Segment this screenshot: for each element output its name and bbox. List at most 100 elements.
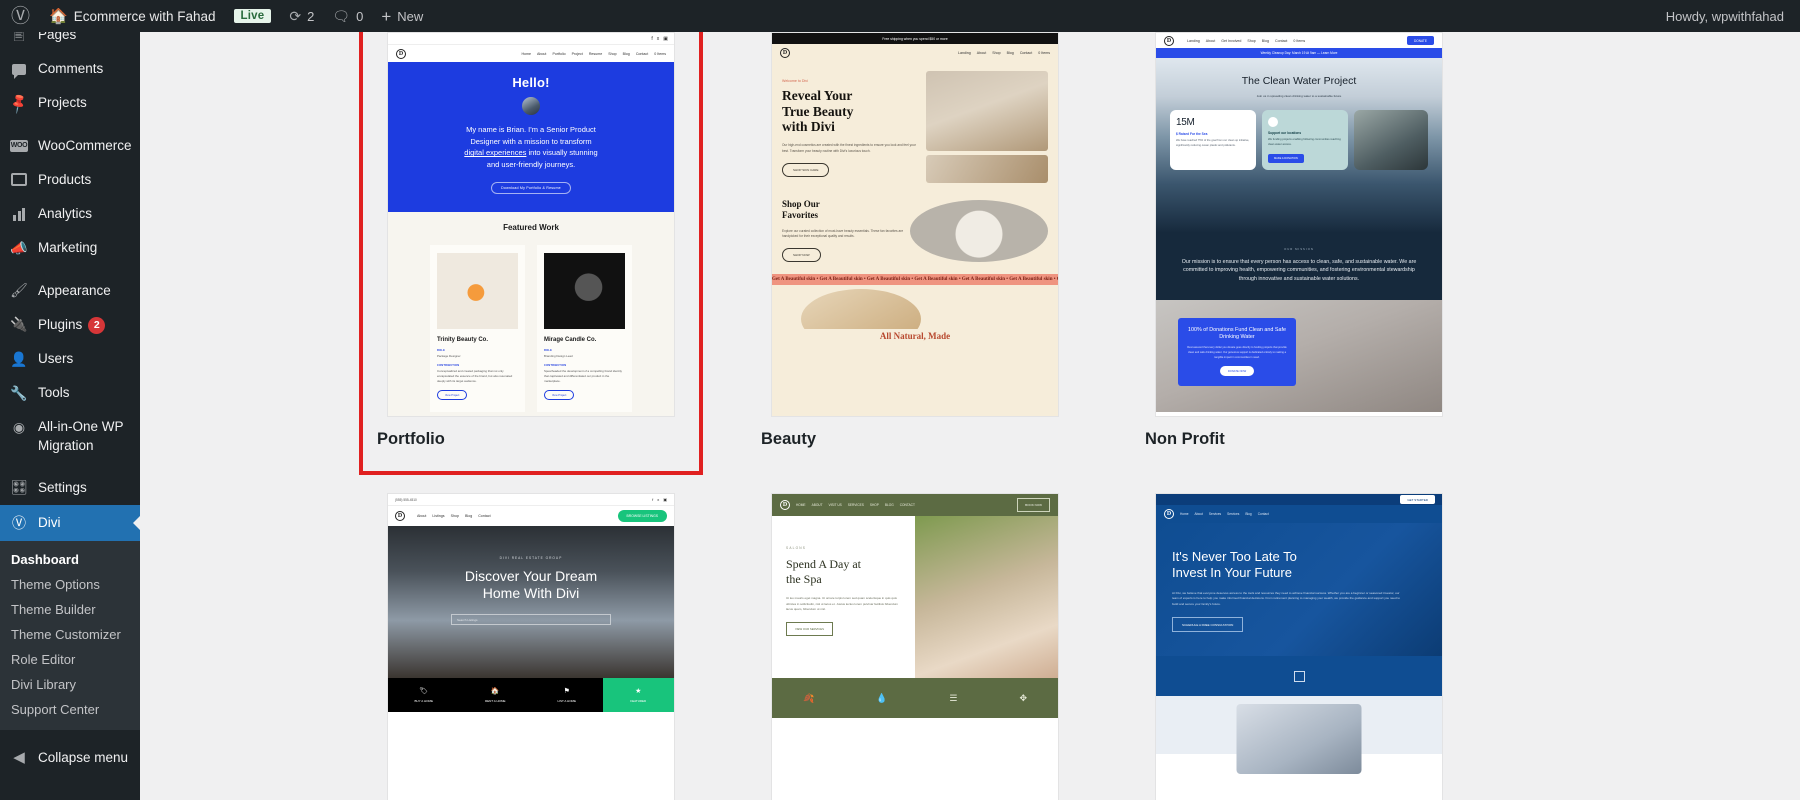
- work-role: Package Designer: [437, 353, 461, 358]
- nav-link: Blog: [1261, 38, 1269, 43]
- template-card-spa[interactable]: D HOME ABOUT VISIT US SERVICES SHOP BLOG…: [747, 493, 1083, 800]
- template-preview-portfolio[interactable]: f x ▣ D Home About Portfolio Project Res…: [387, 32, 675, 417]
- work-role-label: ROLE: [544, 348, 553, 352]
- account-menu[interactable]: Howdy, wpwithfahad: [1666, 0, 1800, 32]
- sidebar-item-all-in-one-wp-migration[interactable]: ◉ All-in-One WP Migration: [0, 410, 140, 462]
- analytics-icon: [9, 205, 29, 223]
- tile-featured[interactable]: ★ FEATURED: [602, 678, 674, 712]
- expand-icon: ✥: [1019, 692, 1027, 703]
- new-content-menu[interactable]: + New: [372, 0, 432, 32]
- sidebar-item-label: Tools: [38, 385, 70, 401]
- megaphone-icon: 📣: [10, 239, 28, 256]
- hero-button[interactable]: VIEW OUR SERVICES: [786, 622, 834, 637]
- book-now-button[interactable]: BOOK NOW: [1017, 498, 1050, 512]
- template-preview-spa[interactable]: D HOME ABOUT VISIT US SERVICES SHOP BLOG…: [771, 493, 1059, 800]
- hero-heading-line: with Divi: [782, 119, 835, 135]
- template-card-finance[interactable]: GET STARTED D Home About Services Servic…: [1131, 493, 1467, 800]
- mission-kicker: OUR MISSION: [1284, 247, 1314, 251]
- sidebar-item-users[interactable]: 👤 Users: [0, 342, 140, 376]
- sidebar-item-plugins[interactable]: 🔌 Plugins 2: [0, 308, 140, 342]
- submenu-item-theme-builder[interactable]: Theme Builder: [0, 597, 140, 622]
- get-started-button[interactable]: GET STARTED: [1400, 495, 1435, 504]
- support-text: We funding projects enabling following c…: [1268, 138, 1341, 146]
- comments-icon: [9, 60, 29, 79]
- sidebar-item-marketing[interactable]: 📣 Marketing: [0, 231, 140, 265]
- work-image: [544, 252, 625, 329]
- hero-button[interactable]: Download My Portfolio & Resume: [491, 181, 571, 194]
- sidebar-item-settings[interactable]: 🎛 Settings: [0, 471, 140, 505]
- sidebar-item-analytics[interactable]: Analytics: [0, 197, 140, 231]
- submenu-item-theme-options[interactable]: Theme Options: [0, 572, 140, 597]
- site-title: Ecommerce with Fahad: [73, 8, 216, 24]
- work-contribution: Conceptualized and created packaging tha…: [437, 369, 513, 384]
- sidebar-item-comments[interactable]: Comments: [0, 52, 140, 86]
- collapse-menu-button[interactable]: ◀ Collapse menu: [0, 738, 140, 776]
- tile-label: FEATURED: [630, 699, 647, 703]
- tile-rent-a-home[interactable]: 🏠 RENT A HOME: [459, 678, 531, 712]
- sidebar-item-label: Marketing: [38, 240, 98, 256]
- work-button[interactable]: View Project: [544, 390, 575, 401]
- hero-kicker: Welcome to Divi: [782, 79, 808, 83]
- hero-photo: [1354, 110, 1428, 171]
- hero-button[interactable]: SCHEDULE A FREE CONSULTATION: [1172, 617, 1244, 633]
- submenu-item-dashboard[interactable]: Dashboard: [0, 547, 140, 572]
- submenu-item-support-center[interactable]: Support Center: [0, 697, 140, 722]
- template-card-portfolio[interactable]: f x ▣ D Home About Portfolio Project Res…: [359, 32, 703, 475]
- template-card-beauty[interactable]: Free shipping when you spend $50 or more…: [747, 32, 1083, 471]
- section-button[interactable]: SHOP NOW: [782, 248, 821, 263]
- sign-icon: ⚑: [563, 688, 570, 695]
- sidebar-item-woocommerce[interactable]: WOO WooCommerce: [0, 129, 140, 163]
- sidebar-item-projects[interactable]: 📌 Projects: [0, 86, 140, 120]
- droplet-icon: 💧: [876, 692, 888, 703]
- work-button[interactable]: View Project: [437, 390, 468, 401]
- sidebar-item-products[interactable]: Products: [0, 163, 140, 197]
- updates-menu[interactable]: ⟳ 2: [280, 0, 323, 32]
- nav-link: Services: [1208, 512, 1222, 516]
- users-icon: 👤: [10, 350, 28, 367]
- support-label: Support our locations: [1268, 131, 1302, 136]
- sidebar-item-pages[interactable]: 🖹 Pages: [0, 32, 140, 52]
- nav-link: Landing: [1187, 38, 1200, 43]
- sidebar-item-appearance[interactable]: 🖌 Appearance: [0, 274, 140, 308]
- sidebar-item-label: All-in-One WP Migration: [38, 419, 124, 453]
- sidebar-item-label: Divi: [38, 515, 61, 531]
- browse-listings-button[interactable]: BROWSE LISTINGS: [617, 510, 667, 522]
- search-input[interactable]: Search Listings: [451, 614, 611, 626]
- sidebar-item-tools[interactable]: 🔧 Tools: [0, 376, 140, 410]
- tile-buy-a-home[interactable]: 🏷 BUY A HOME: [388, 678, 460, 712]
- donate-now-button[interactable]: DONATE NOW: [1219, 366, 1255, 377]
- hero-heading: The Clean Water Project: [1241, 75, 1357, 87]
- comments-menu[interactable]: 🗨 0: [323, 0, 372, 32]
- site-name-menu[interactable]: 🏠 Ecommerce with Fahad: [40, 0, 225, 32]
- tile-list-a-home[interactable]: ⚑ LIST A HOME: [531, 678, 603, 712]
- template-preview-beauty[interactable]: Free shipping when you spend $50 or more…: [771, 32, 1059, 417]
- submenu-item-role-editor[interactable]: Role Editor: [0, 647, 140, 672]
- hero-image: [926, 71, 1048, 151]
- sidebar-item-divi[interactable]: Ⓥ Divi: [0, 505, 140, 542]
- work-card[interactable]: Trinity Beauty Co. ROLE Package Designer…: [430, 244, 525, 413]
- hero-button[interactable]: SHOP SKIN CARE: [782, 162, 830, 177]
- template-card-realestate[interactable]: (555) 555-4510 f x ▣ D About Listings Sh…: [363, 493, 699, 800]
- nav-link: Project: [571, 51, 583, 56]
- wrench-icon: 🔧: [10, 384, 28, 401]
- instagram-icon: ▣: [663, 497, 667, 502]
- wordpress-logo-icon[interactable]: Ⓥ: [0, 0, 40, 32]
- template-preview-finance[interactable]: GET STARTED D Home About Services Servic…: [1155, 493, 1443, 800]
- hero-link[interactable]: digital experiences: [464, 148, 526, 157]
- migration-icon: ◉: [12, 418, 26, 435]
- template-preview-nonprofit[interactable]: D Landing About Get Involved Shop Blog C…: [1155, 32, 1443, 417]
- donate-button[interactable]: DONATE: [1406, 36, 1434, 45]
- nav-link: About: [537, 51, 547, 56]
- template-card-nonprofit[interactable]: D Landing About Get Involved Shop Blog C…: [1131, 32, 1467, 471]
- hero-heading-line: It's Never Too Late To: [1172, 549, 1297, 564]
- nav-link: ABOUT: [811, 503, 823, 507]
- submenu-item-divi-library[interactable]: Divi Library: [0, 672, 140, 697]
- support-button[interactable]: MAKE A DONATION: [1268, 153, 1304, 163]
- woocommerce-icon: WOO: [9, 137, 29, 155]
- work-card[interactable]: Mirage Candle Co. ROLE Branding Design L…: [537, 244, 632, 413]
- submenu-item-theme-customizer[interactable]: Theme Customizer: [0, 622, 140, 647]
- phone-number: (555) 555-4510: [395, 497, 417, 502]
- stat-card: 15M $ Raised For the Sea We have reached…: [1170, 110, 1256, 171]
- template-preview-realestate[interactable]: (555) 555-4510 f x ▣ D About Listings Sh…: [387, 493, 675, 800]
- divi-logo-icon: D: [780, 500, 790, 510]
